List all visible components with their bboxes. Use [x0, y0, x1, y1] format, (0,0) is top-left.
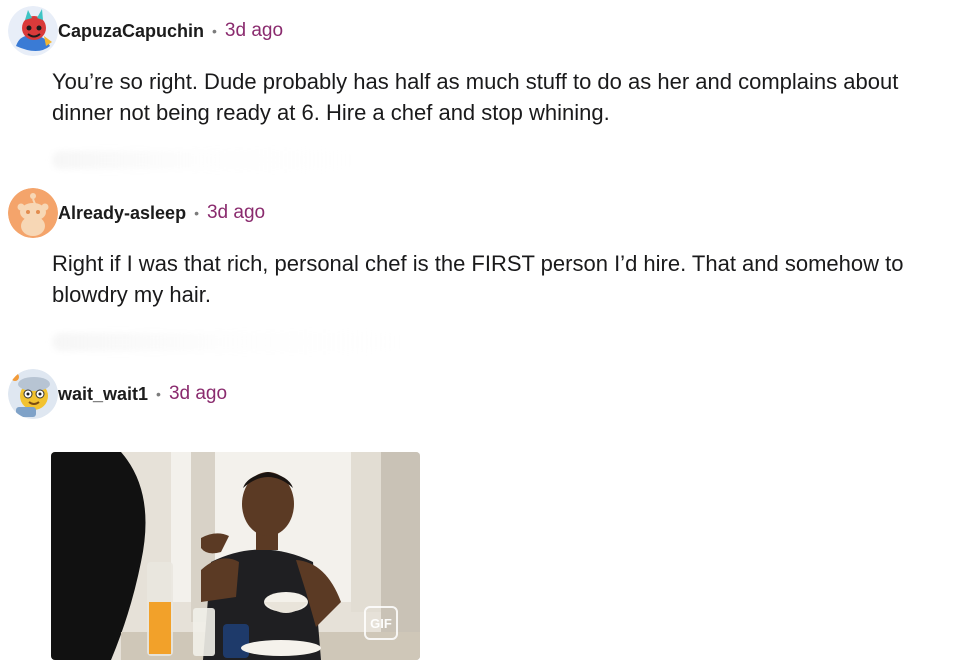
snoo-avatar-icon	[8, 369, 58, 419]
timestamp[interactable]: 3d ago	[169, 383, 227, 405]
comment-body: You’re so right. Dude probably has half …	[52, 69, 899, 125]
avatar[interactable]	[8, 188, 58, 238]
timestamp[interactable]: 3d ago	[207, 202, 265, 224]
comment-body: Right if I was that rich, personal chef …	[52, 251, 904, 307]
snoo-avatar-icon	[8, 6, 58, 56]
username[interactable]: Already-asleep	[58, 203, 186, 224]
separator-dot: •	[212, 23, 217, 39]
comment-actions-faded	[52, 333, 402, 351]
avatar[interactable]	[8, 6, 58, 56]
snoo-avatar-icon	[8, 188, 58, 238]
comment-actions-faded	[52, 151, 352, 169]
gif-badge: GIF	[364, 606, 398, 640]
gif-embed[interactable]: GIF	[51, 452, 420, 660]
comment-header: wait_wait1 • 3d ago	[8, 369, 227, 419]
separator-dot: •	[156, 386, 161, 402]
timestamp[interactable]: 3d ago	[225, 20, 283, 42]
username[interactable]: CapuzaCapuchin	[58, 21, 204, 42]
separator-dot: •	[194, 205, 199, 221]
comment-header: CapuzaCapuchin • 3d ago	[8, 6, 283, 56]
avatar[interactable]	[8, 369, 58, 419]
comment-header: Already-asleep • 3d ago	[8, 188, 265, 238]
username[interactable]: wait_wait1	[58, 384, 148, 405]
